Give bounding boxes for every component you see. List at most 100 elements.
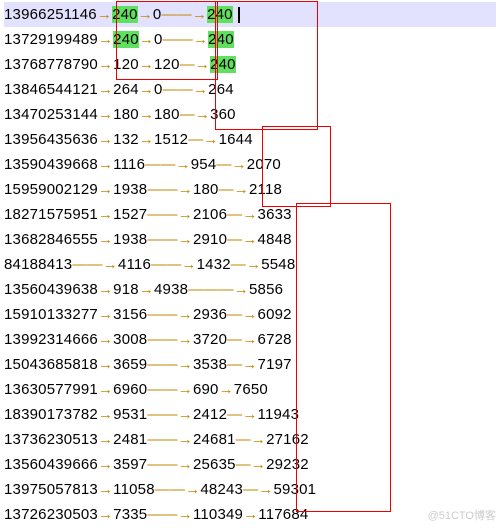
tab-arrow: →: [139, 56, 154, 73]
tab-arrow: —→: [231, 256, 261, 273]
tab-arrow: →: [139, 31, 154, 48]
tab-arrow: —→: [180, 106, 210, 123]
tab-arrow: →: [98, 406, 113, 423]
match-highlight: 240: [207, 6, 233, 23]
text-token: 25635: [193, 456, 236, 473]
text-token: 690: [193, 381, 219, 398]
match-highlight: 240: [208, 31, 234, 48]
text-token: 13966251146: [4, 6, 97, 23]
editor-line[interactable]: 13560439666→3597——→25635—→29232: [4, 452, 496, 477]
text-caret: [238, 7, 240, 23]
text-token: 1644: [219, 131, 253, 148]
tab-arrow: →: [139, 131, 154, 148]
text-token: 13590439668: [4, 156, 98, 173]
tab-arrow: —→: [180, 56, 210, 73]
editor-line[interactable]: 13768778790→120→120—→240: [4, 52, 496, 77]
text-token: 13470253144: [4, 106, 98, 123]
text-token: 3008: [113, 331, 147, 348]
tab-arrow: ——→: [147, 406, 193, 423]
editor-line[interactable]: 13630577991→6960——→690→7650: [4, 377, 496, 402]
tab-arrow: ——→: [147, 206, 193, 223]
tab-arrow: —→: [219, 181, 249, 198]
text-token: 13846544121: [4, 81, 98, 98]
editor-line[interactable]: 13729199489→240→0——→240: [4, 27, 496, 52]
editor-line[interactable]: 13975057813→11058——→48243—→59301: [4, 477, 496, 502]
editor-line[interactable]: 15910133277→3156——→2936—→6092: [4, 302, 496, 327]
text-token: 13992314666: [4, 331, 98, 348]
tab-arrow: —→: [236, 431, 266, 448]
editor-line[interactable]: 15043685818→3659——→3538—→7197: [4, 352, 496, 377]
tab-arrow: ——→: [72, 256, 118, 273]
editor-line[interactable]: 84188413——→4116——→1432—→5548: [4, 252, 496, 277]
tab-arrow: →: [98, 106, 113, 123]
text-token: 918: [113, 281, 139, 298]
text-token: 954: [191, 156, 217, 173]
tab-arrow: →: [139, 106, 154, 123]
text-token: 7650: [234, 381, 268, 398]
text-token: 1527: [113, 206, 147, 223]
editor-line[interactable]: 13682846555→1938——→2910—→4848: [4, 227, 496, 252]
tab-arrow: →: [98, 456, 113, 473]
tab-arrow: ——→: [161, 6, 207, 23]
tab-arrow: —→: [188, 131, 218, 148]
text-token: 264: [208, 81, 234, 98]
text-token: 15959002129: [4, 181, 98, 198]
editor-line[interactable]: 13956435636→132→1512—→1644: [4, 127, 496, 152]
tab-arrow: →: [138, 6, 153, 23]
editor-line[interactable]: 15959002129→1938——→180—→2118: [4, 177, 496, 202]
text-token: 3538: [193, 356, 227, 373]
tab-arrow: ——→: [147, 431, 193, 448]
editor-line[interactable]: 13470253144→180→180—→360: [4, 102, 496, 127]
text-token: 5856: [249, 281, 283, 298]
tab-arrow: —→: [227, 206, 257, 223]
text-token: 2118: [249, 181, 282, 198]
tab-arrow: →: [98, 231, 113, 248]
text-token: 2070: [247, 156, 281, 173]
editor-line[interactable]: 13726230503→7335——→110349→117684: [4, 502, 496, 527]
text-token: 2106: [193, 206, 227, 223]
text-token: 18390173782: [4, 406, 98, 423]
editor-line[interactable]: 13560439638→918→4938———→5856: [4, 277, 496, 302]
tab-arrow: →: [243, 506, 258, 523]
editor-line[interactable]: 13992314666→3008——→3720—→6728: [4, 327, 496, 352]
editor-line[interactable]: 18390173782→9531——→2412—→11943: [4, 402, 496, 427]
tab-arrow: →: [98, 181, 113, 198]
text-token: 48243: [200, 481, 243, 498]
text-token: 1938: [113, 181, 147, 198]
tab-arrow: ——→: [147, 506, 193, 523]
text-token: 6092: [258, 306, 292, 323]
tab-arrow: →: [98, 81, 113, 98]
text-editor[interactable]: 13966251146→240→0——→240 13729199489→240→…: [0, 0, 500, 529]
text-token: 117684: [258, 506, 308, 523]
editor-line[interactable]: 13966251146→240→0——→240: [4, 2, 496, 27]
text-token: 2412: [193, 406, 227, 423]
tab-arrow: →: [98, 56, 113, 73]
text-token: 18271575951: [4, 206, 98, 223]
tab-arrow: ——→: [163, 31, 209, 48]
editor-line[interactable]: 13846544121→264→0——→264: [4, 77, 496, 102]
text-token: 13560439666: [4, 456, 98, 473]
text-token: 3720: [193, 331, 227, 348]
tab-arrow: →: [98, 356, 113, 373]
tab-arrow: —→: [227, 306, 257, 323]
text-token: 264: [113, 81, 139, 98]
tab-arrow: →: [98, 156, 113, 173]
editor-line[interactable]: 13736230513→2481——→24681—→27162: [4, 427, 496, 452]
text-token: 15910133277: [4, 306, 98, 323]
tab-arrow: →: [139, 81, 154, 98]
text-token: 11943: [258, 406, 300, 423]
text-token: 24681: [193, 431, 236, 448]
tab-arrow: →: [219, 381, 234, 398]
editor-line[interactable]: 18271575951→1527——→2106—→3633: [4, 202, 496, 227]
tab-arrow: ——→: [147, 181, 193, 198]
tab-arrow: →: [98, 306, 113, 323]
editor-line[interactable]: 13590439668→1116——→954—→2070: [4, 152, 496, 177]
tab-arrow: ——→: [147, 456, 193, 473]
text-token: 7197: [258, 356, 292, 373]
text-token: 4938: [154, 281, 188, 298]
tab-arrow: →: [98, 281, 113, 298]
tab-arrow: →: [98, 431, 113, 448]
text-token: 7335: [113, 506, 147, 523]
text-token: 13729199489: [4, 31, 98, 48]
text-token: 15043685818: [4, 356, 98, 373]
